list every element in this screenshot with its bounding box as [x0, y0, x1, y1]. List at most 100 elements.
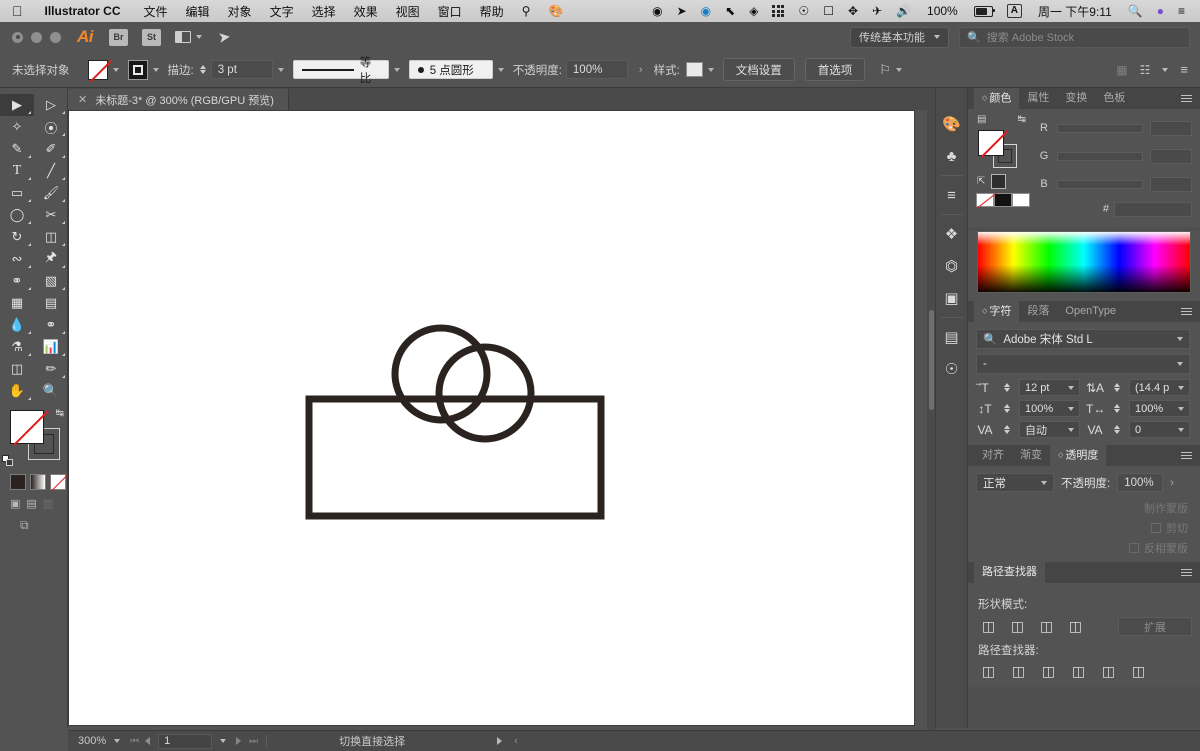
close-window-button[interactable] — [12, 31, 23, 43]
crop-icon[interactable]: ◫ — [1070, 663, 1087, 680]
stroke-weight-input[interactable]: 3 pt — [210, 60, 273, 79]
chevron-down-icon[interactable] — [707, 67, 714, 72]
channel-slider-g[interactable] — [1057, 151, 1143, 161]
channel-input-g[interactable] — [1150, 148, 1192, 164]
minimize-window-button[interactable] — [31, 31, 42, 43]
chevron-down-icon[interactable] — [895, 67, 902, 72]
eyedropper-tool[interactable]: 💧 — [0, 314, 34, 336]
swatch-libraries-icon[interactable]: ≡ — [935, 179, 968, 211]
menu-edit[interactable]: 编辑 — [177, 3, 219, 20]
brushes-icon[interactable]: 🎨 — [935, 108, 968, 140]
graphic-style-swatch[interactable] — [685, 62, 703, 77]
stroke-profile-select[interactable]: 等比 — [292, 57, 389, 85]
minus-front-icon[interactable]: ◫ — [1009, 618, 1026, 635]
chevron-down-icon[interactable] — [277, 67, 284, 72]
default-fill-stroke-icon[interactable]: ⇱ — [977, 176, 985, 187]
channel-input-b[interactable] — [1150, 176, 1192, 192]
clip-checkbox[interactable]: 剪切 — [1151, 520, 1188, 536]
dropbox-icon[interactable]: ◉ — [645, 4, 669, 18]
maximize-window-button[interactable] — [50, 31, 61, 43]
paintbrush-tool[interactable]: 🖌 — [34, 182, 68, 204]
arrange-documents-icon[interactable] — [175, 31, 202, 43]
perspective-grid-tool[interactable]: ▧ — [34, 270, 68, 292]
bird-icon[interactable]: ⬉ — [718, 4, 742, 18]
workspace-switcher[interactable]: 传统基本功能 — [850, 26, 949, 48]
wifi-icon[interactable]: ✈ — [865, 4, 889, 18]
gradient-mode-button[interactable] — [30, 474, 46, 490]
menu-type[interactable]: 文字 — [261, 3, 303, 20]
hand-tool[interactable]: ✋ — [0, 380, 34, 402]
leading-field[interactable]: ⇅A (14.4 p — [1086, 379, 1190, 396]
magnifier-circle-icon[interactable]: ⚲ — [513, 4, 540, 18]
hex-input[interactable] — [1114, 201, 1192, 217]
shape-builder-tool[interactable]: ⚭ — [0, 270, 34, 292]
shaper-tool[interactable]: ◯ — [0, 204, 34, 226]
app-name-menu[interactable]: Illustrator CC — [36, 4, 135, 18]
font-size-stepper[interactable] — [1004, 383, 1010, 392]
menu-select[interactable]: 选择 — [303, 3, 345, 20]
chevron-down-icon[interactable] — [497, 67, 504, 72]
links-icon[interactable]: ▤ — [935, 321, 968, 353]
page-number-input[interactable]: 1 — [158, 733, 213, 749]
fill-indicator[interactable] — [10, 410, 44, 444]
gradient-tool[interactable]: ▤ — [34, 292, 68, 314]
tracking-stepper[interactable] — [1114, 425, 1120, 434]
menu-view[interactable]: 视图 — [387, 3, 429, 20]
artboards-icon[interactable]: ⏣ — [935, 250, 968, 282]
black-swatch[interactable] — [994, 193, 1012, 207]
arrange-icon[interactable]: ☷ — [1140, 63, 1151, 77]
line-segment-tool[interactable]: ╱ — [34, 160, 68, 182]
tab-paragraph[interactable]: 段落 — [1019, 301, 1057, 322]
color-black-button[interactable] — [991, 174, 1007, 189]
merge-icon[interactable]: ◫ — [1040, 663, 1057, 680]
kerning-field[interactable]: VA 自动 — [976, 421, 1080, 438]
change-screen-mode-icon[interactable]: ⧉ — [0, 510, 67, 533]
chevron-down-icon[interactable] — [114, 739, 121, 743]
tab-transparency[interactable]: ◇ 透明度 — [1050, 445, 1107, 466]
tracking-field[interactable]: VA 0 — [1086, 421, 1190, 438]
colorsync-icon[interactable]: 🎨 — [539, 4, 572, 18]
color-spectrum-bar[interactable] — [977, 231, 1191, 293]
horizontal-scale-field[interactable]: T↔ 100% — [1086, 400, 1190, 417]
zoom-level-input[interactable]: 300% — [68, 735, 106, 747]
scissors-tool[interactable]: ✂ — [34, 204, 68, 226]
stroke-color-swatch[interactable] — [127, 59, 148, 80]
clock-icon[interactable]: ☉ — [791, 4, 816, 18]
exclude-icon[interactable]: ◫ — [1067, 618, 1084, 635]
type-tool[interactable]: T — [0, 160, 34, 182]
zoom-tool[interactable]: 🔍 — [34, 380, 68, 402]
column-graph-tool[interactable]: 📊 — [34, 336, 68, 358]
tab-swatches[interactable]: 色板 — [1095, 88, 1133, 109]
mesh-tool[interactable]: ▦ — [0, 292, 34, 314]
channel-input-r[interactable] — [1150, 120, 1192, 136]
blend-mode-select[interactable]: 正常 — [976, 473, 1054, 492]
opacity-more-options[interactable]: › — [1170, 477, 1174, 489]
make-mask-button[interactable]: 制作蒙版 — [1144, 500, 1188, 516]
draw-inside-icon[interactable]: ▥ — [43, 497, 53, 510]
tab-character[interactable]: ◇ 字符 — [974, 301, 1020, 322]
chevron-down-icon[interactable] — [393, 67, 400, 72]
brush-definition-select[interactable]: 5 点圆形 — [408, 60, 493, 79]
opacity-input[interactable]: 100% — [1117, 473, 1164, 492]
color-mode-button[interactable] — [10, 474, 26, 490]
transform-icon[interactable]: ▦ — [1116, 63, 1127, 77]
scale-tool[interactable]: ◫ — [34, 226, 68, 248]
symbols-icon[interactable]: ♣ — [935, 140, 968, 172]
last-page-icon[interactable]: ⏭ — [249, 736, 258, 747]
magic-wand-tool[interactable]: ✧ — [0, 116, 34, 138]
siri-icon[interactable]: ● — [1150, 4, 1171, 18]
direct-selection-tool[interactable]: ▷ — [34, 94, 68, 116]
chevron-down-icon[interactable] — [152, 67, 159, 72]
image-trace-icon[interactable]: ☉ — [935, 353, 968, 385]
white-swatch[interactable] — [1012, 193, 1030, 207]
chevron-down-icon[interactable] — [220, 739, 227, 743]
document-setup-button[interactable]: 文档设置 — [722, 58, 795, 81]
menu-object[interactable]: 对象 — [219, 3, 261, 20]
outline-icon[interactable]: ◫ — [1100, 663, 1117, 680]
expand-button[interactable]: 扩展 — [1118, 617, 1192, 636]
lasso-tool[interactable]: ⦿ — [34, 116, 68, 138]
selection-tool[interactable]: ▶ — [0, 94, 34, 116]
font-family-select[interactable]: 🔍 Adobe 宋体 Std L — [976, 329, 1190, 349]
opacity-more-options[interactable]: › — [639, 64, 643, 76]
preferences-button[interactable]: 首选项 — [804, 58, 866, 81]
